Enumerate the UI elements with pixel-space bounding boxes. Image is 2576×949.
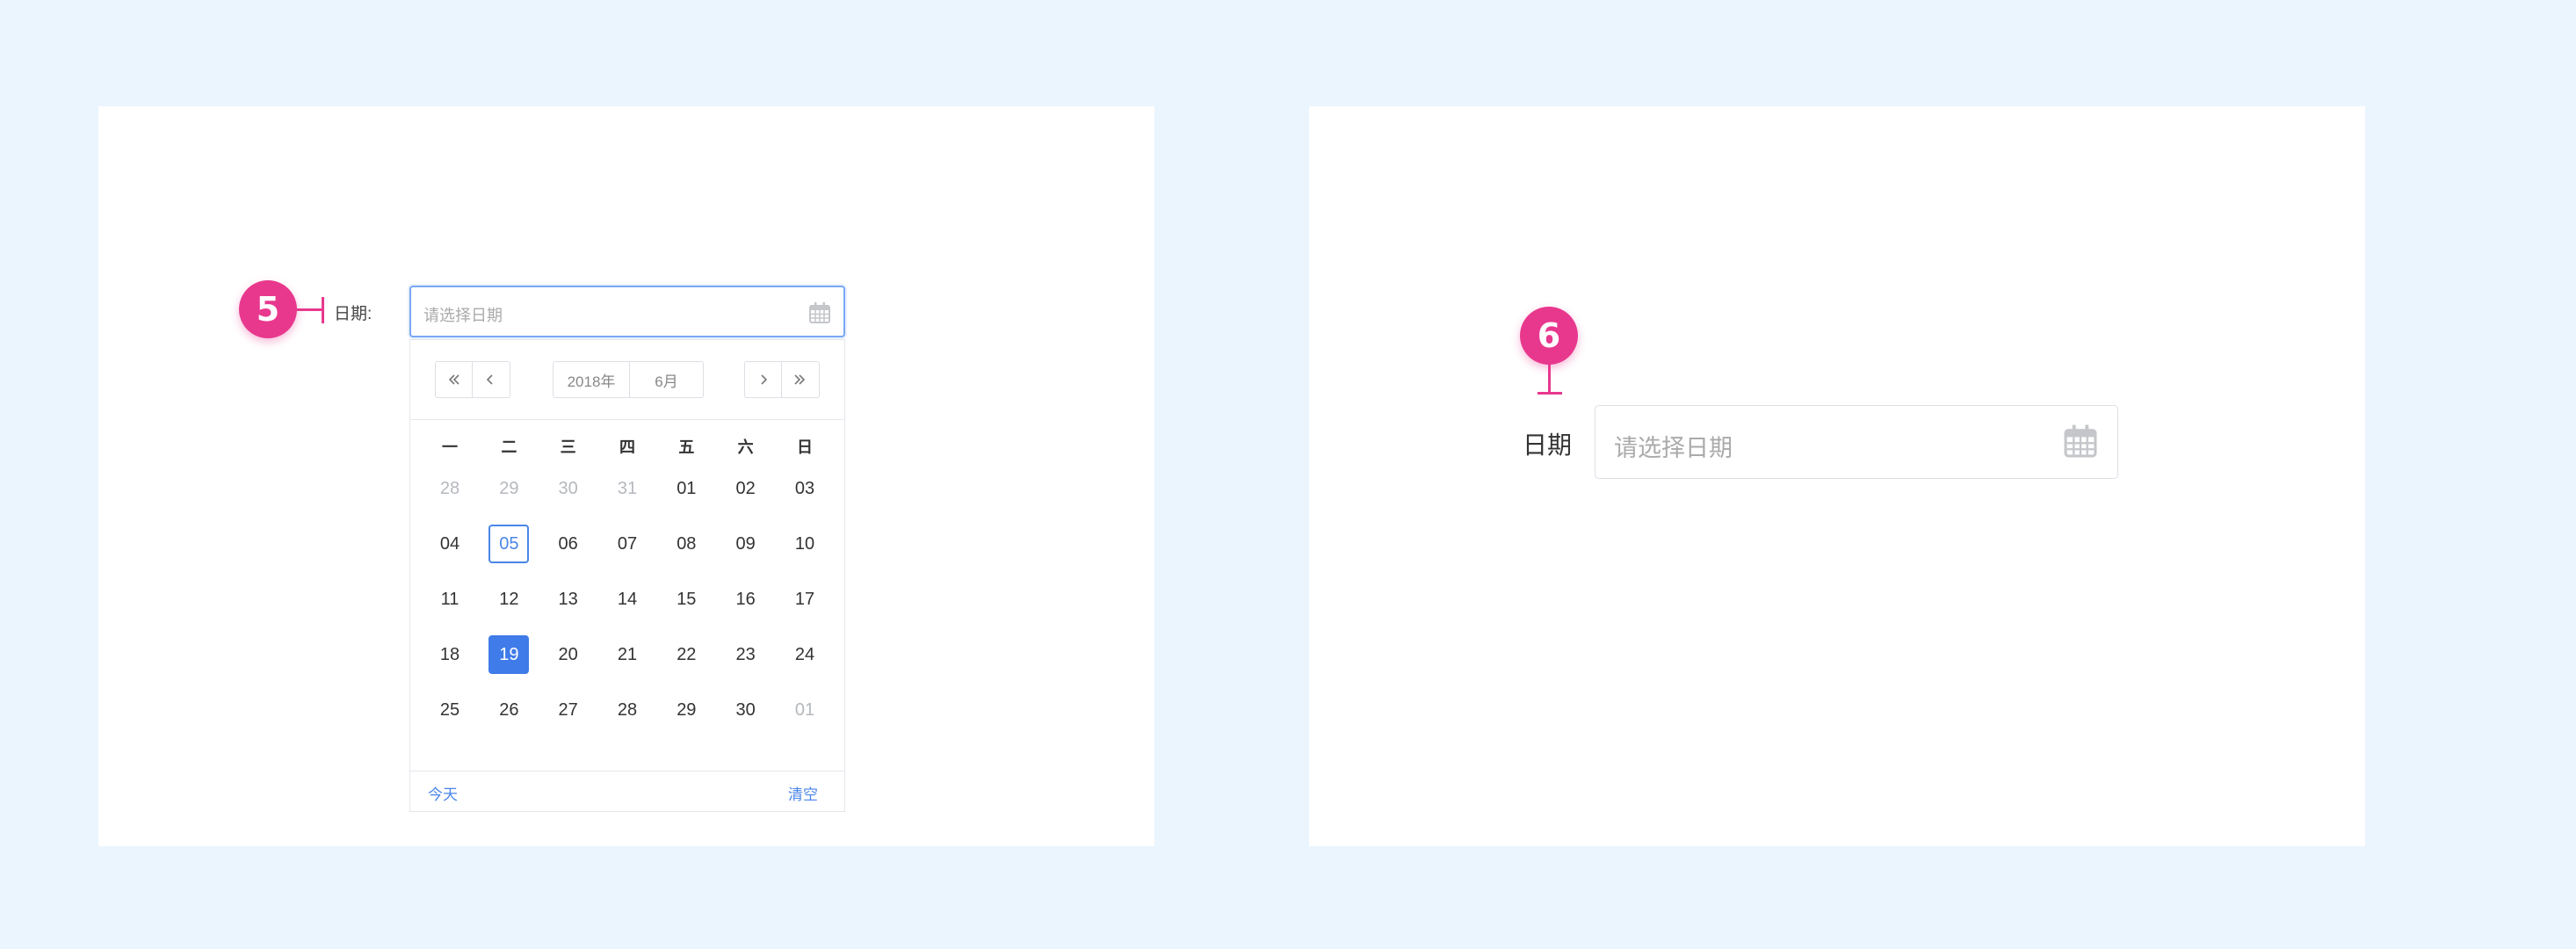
prev-nav-group <box>435 361 510 398</box>
day-cell-selected[interactable]: 19 <box>488 635 530 674</box>
weekday-label: 一 <box>442 438 458 456</box>
weekday-label: 三 <box>560 438 576 456</box>
annotation-pin-line <box>295 308 323 311</box>
weekday-label: 二 <box>501 438 517 456</box>
date-input-placeholder: 请选择日期 <box>423 307 503 324</box>
clear-button[interactable]: 清空 <box>788 782 818 804</box>
day-cell[interactable]: 30 <box>726 691 766 729</box>
day-cell[interactable]: 10 <box>785 525 825 563</box>
next-month-button[interactable] <box>745 362 781 397</box>
day-cell[interactable]: 25 <box>430 691 470 729</box>
annotation-badge-6: 6 <box>1520 307 1578 365</box>
day-cell[interactable]: 02 <box>726 469 766 508</box>
next-nav-group <box>744 361 820 398</box>
day-cell[interactable]: 30 <box>548 469 589 508</box>
weekday-label: 日 <box>796 438 813 456</box>
day-cell[interactable]: 28 <box>430 469 470 508</box>
double-chevron-left-icon <box>448 374 459 385</box>
day-cell[interactable]: 01 <box>785 691 825 729</box>
next-year-button[interactable] <box>781 362 817 397</box>
date-label: 日期: <box>334 305 373 323</box>
double-chevron-right-icon <box>794 374 806 385</box>
calendar-icon[interactable] <box>808 301 831 324</box>
day-cell[interactable]: 22 <box>666 635 706 674</box>
day-cell[interactable]: 14 <box>607 580 648 619</box>
prev-year-button[interactable] <box>436 362 472 397</box>
day-cell-today[interactable]: 05 <box>488 525 530 563</box>
day-cell[interactable]: 29 <box>488 469 529 508</box>
day-cell[interactable]: 20 <box>548 635 589 674</box>
annotation-pin-line <box>1548 363 1551 393</box>
month-select[interactable]: 6月 <box>629 362 703 397</box>
date-label: 日期 <box>1523 431 1573 459</box>
day-cell[interactable]: 04 <box>430 525 470 563</box>
day-cell[interactable]: 11 <box>430 580 470 619</box>
date-picker-input[interactable]: 请选择日期 <box>409 286 845 337</box>
day-cell[interactable]: 03 <box>785 469 825 508</box>
day-cell[interactable]: 26 <box>488 691 529 729</box>
today-button[interactable]: 今天 <box>428 782 458 804</box>
day-cell[interactable]: 29 <box>666 691 706 729</box>
annotation-pin-cap <box>322 297 324 323</box>
calendar-dropdown: 2018年 6月 一 二 三 四 五 六 日 28 29 30 31 01 02 03 04 05 06 07 0… <box>409 339 845 812</box>
day-cell[interactable]: 31 <box>607 469 648 508</box>
day-cell[interactable]: 07 <box>607 525 648 563</box>
date-picker-input[interactable]: 请选择日期 <box>1595 405 2118 479</box>
day-cell[interactable]: 18 <box>430 635 470 674</box>
day-cell[interactable]: 27 <box>548 691 589 729</box>
weekday-label: 六 <box>737 438 754 456</box>
day-cell[interactable]: 06 <box>548 525 589 563</box>
day-cell[interactable]: 09 <box>726 525 766 563</box>
days-grid: 28 29 30 31 01 02 03 04 05 06 07 08 09 10 11 12 13 14 15 16… <box>430 469 825 729</box>
date-input-placeholder: 请选择日期 <box>1614 435 1733 461</box>
calendar-footer: 今天 清空 <box>410 771 844 811</box>
weekday-label: 五 <box>678 438 695 456</box>
day-cell[interactable]: 16 <box>726 580 766 619</box>
day-cell[interactable]: 13 <box>548 580 589 619</box>
annotation-badge-5: 5 <box>239 280 297 338</box>
chevron-right-icon <box>760 374 767 385</box>
year-select[interactable]: 2018年 <box>554 362 629 397</box>
chevron-left-icon <box>486 374 493 385</box>
day-cell[interactable]: 23 <box>726 635 766 674</box>
year-month-selector: 2018年 6月 <box>553 361 704 398</box>
weekday-label: 四 <box>619 438 635 456</box>
prev-month-button[interactable] <box>472 362 508 397</box>
day-cell[interactable]: 21 <box>607 635 648 674</box>
day-cell[interactable]: 28 <box>607 691 648 729</box>
day-cell[interactable]: 08 <box>666 525 706 563</box>
day-cell[interactable]: 15 <box>666 580 706 619</box>
calendar-icon[interactable] <box>2063 424 2098 459</box>
day-cell[interactable]: 12 <box>488 580 529 619</box>
calendar-header: 2018年 6月 <box>410 340 844 420</box>
day-cell[interactable]: 24 <box>785 635 825 674</box>
weekday-header: 一二三四五六日 <box>430 435 825 458</box>
annotation-pin-cap <box>1538 392 1562 395</box>
day-cell[interactable]: 01 <box>666 469 706 508</box>
day-cell[interactable]: 17 <box>785 580 825 619</box>
